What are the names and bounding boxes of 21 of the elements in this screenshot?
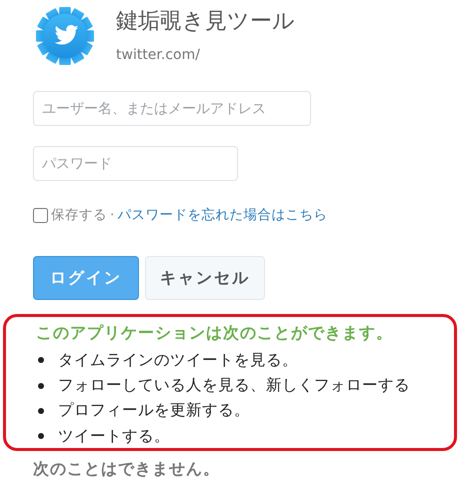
permission-item: タイムラインのツイートを見る。 [58,350,298,370]
bullet-icon [38,357,44,364]
login-button[interactable]: ログイン [33,256,139,300]
separator-text: · [110,206,114,226]
restrictions-heading: 次のことはできません。 [33,458,221,480]
forgot-password-link[interactable]: パスワードを忘れた場合はこちら [117,205,328,226]
bullet-icon [38,408,44,414]
app-title: 鍵垢覗き見ツール [116,9,295,36]
cancel-button[interactable]: キャンセル [145,256,265,300]
username-field[interactable]: ユーザー名、またはメールアドレス [33,91,311,126]
permission-item: フォローしている人を見る、新しくフォローする [58,376,410,396]
gear-bird-icon [36,6,94,66]
permission-item: ツイートする。 [58,426,170,446]
bullet-icon [38,382,44,389]
remember-checkbox[interactable] [33,208,48,224]
bullet-icon [38,433,44,440]
remember-label: 保存する [51,206,107,226]
permissions-heading: このアプリケーションは次のことができます。 [36,322,394,344]
site-url: twitter.com/ [116,46,201,66]
permission-item: プロフィールを更新する。 [58,401,250,421]
password-field[interactable]: パスワード [33,146,238,182]
